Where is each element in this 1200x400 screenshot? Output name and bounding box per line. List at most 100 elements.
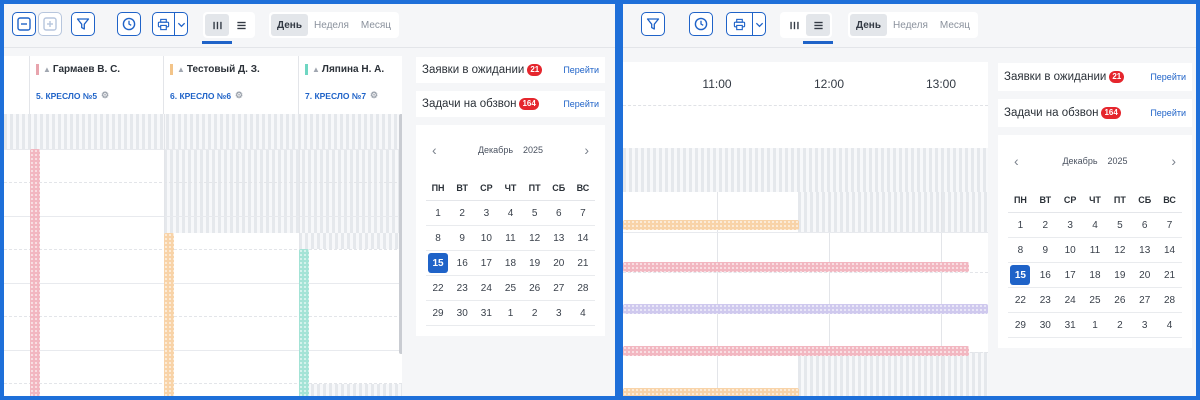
- appointment-block[interactable]: [623, 304, 988, 314]
- calendar-day[interactable]: 3: [1132, 313, 1158, 338]
- time-button[interactable]: [117, 12, 141, 36]
- print-button-group[interactable]: [726, 12, 766, 36]
- waiting-goto-link[interactable]: Перейти: [563, 65, 599, 75]
- calendar-day[interactable]: 4: [1082, 213, 1108, 238]
- calendar-day[interactable]: 5: [1107, 213, 1133, 238]
- period-week-button[interactable]: Неделя: [308, 14, 355, 36]
- gear-icon[interactable]: ⚙: [235, 90, 243, 101]
- calendar-day[interactable]: 8: [1008, 238, 1033, 263]
- calendar-day[interactable]: 23: [450, 276, 475, 301]
- print-dropdown[interactable]: [174, 13, 187, 35]
- schedule-timeline-view[interactable]: 11:00 12:00 13:00: [623, 62, 988, 396]
- vertical-scrollbar[interactable]: [399, 114, 402, 354]
- calendar-day[interactable]: 13: [546, 226, 571, 251]
- expand-button[interactable]: [38, 12, 62, 36]
- view-list-button[interactable]: [229, 14, 253, 36]
- calendar-day[interactable]: 26: [522, 276, 547, 301]
- doctor-column-header[interactable]: ▲ Тестовый Д. З. 6. КРЕСЛО №6 ⚙: [164, 56, 299, 114]
- next-month-icon[interactable]: ›: [1171, 153, 1176, 169]
- calendar-day[interactable]: 2: [1032, 213, 1058, 238]
- calendar-day[interactable]: 9: [1032, 238, 1058, 263]
- filter-button[interactable]: [641, 12, 665, 36]
- calendar-day[interactable]: 20: [1132, 263, 1158, 288]
- calendar-day[interactable]: 3: [474, 201, 499, 226]
- print-button[interactable]: [153, 13, 174, 35]
- calendar-day[interactable]: 25: [498, 276, 523, 301]
- calendar-day[interactable]: 22: [426, 276, 451, 301]
- period-day-button[interactable]: День: [271, 14, 308, 36]
- calls-goto-link[interactable]: Перейти: [563, 99, 599, 109]
- calendar-day[interactable]: 26: [1107, 288, 1133, 313]
- calendar-day[interactable]: 28: [570, 276, 595, 301]
- calendar-day[interactable]: 1: [426, 201, 451, 226]
- calendar-day[interactable]: 11: [1082, 238, 1108, 263]
- calendar-day[interactable]: 8: [426, 226, 451, 251]
- gear-icon[interactable]: ⚙: [370, 90, 378, 101]
- calendar-day[interactable]: 1: [498, 301, 523, 326]
- time-button[interactable]: [689, 12, 713, 36]
- calendar-day[interactable]: 12: [1107, 238, 1133, 263]
- calendar-day[interactable]: 23: [1032, 288, 1058, 313]
- collapse-button[interactable]: [12, 12, 36, 36]
- schedule-grid[interactable]: [4, 114, 402, 396]
- prev-month-icon[interactable]: ‹: [432, 142, 437, 158]
- calendar-day[interactable]: 1: [1082, 313, 1108, 338]
- calendar-day-selected[interactable]: 15: [426, 251, 451, 276]
- print-button-group[interactable]: [152, 12, 188, 36]
- calendar-day[interactable]: 14: [1157, 238, 1182, 263]
- period-day-button[interactable]: День: [850, 14, 887, 36]
- view-columns-button[interactable]: [782, 14, 806, 36]
- appointment-block[interactable]: [164, 233, 174, 396]
- waiting-goto-link[interactable]: Перейти: [1150, 72, 1186, 82]
- calendar-day[interactable]: 5: [522, 201, 547, 226]
- calendar-day[interactable]: 28: [1157, 288, 1182, 313]
- calendar-day[interactable]: 17: [1057, 263, 1083, 288]
- period-month-button[interactable]: Месяц: [934, 14, 976, 36]
- calendar-day[interactable]: 19: [1107, 263, 1133, 288]
- calendar-day[interactable]: 4: [1157, 313, 1182, 338]
- calendar-day[interactable]: 24: [1057, 288, 1083, 313]
- calendar-day[interactable]: 30: [1032, 313, 1058, 338]
- period-week-button[interactable]: Неделя: [887, 14, 934, 36]
- calendar-day[interactable]: 9: [450, 226, 475, 251]
- calendar-day[interactable]: 20: [546, 251, 571, 276]
- appointment-block[interactable]: [623, 388, 799, 396]
- calendar-day[interactable]: 30: [450, 301, 475, 326]
- calendar-day[interactable]: 2: [450, 201, 475, 226]
- calendar-day[interactable]: 2: [1107, 313, 1133, 338]
- calendar-day[interactable]: 11: [498, 226, 523, 251]
- calendar-day[interactable]: 3: [546, 301, 571, 326]
- doctor-column-header[interactable]: ▲ Ляпина Н. А. 7. КРЕСЛО №7 ⚙: [299, 56, 402, 114]
- calendar-day[interactable]: 10: [1057, 238, 1083, 263]
- calendar-day[interactable]: 27: [1132, 288, 1158, 313]
- calendar-day[interactable]: 14: [570, 226, 595, 251]
- calendar-day[interactable]: 25: [1082, 288, 1108, 313]
- appointment-block[interactable]: [623, 346, 969, 356]
- calendar-day[interactable]: 29: [426, 301, 451, 326]
- calendar-day[interactable]: 12: [522, 226, 547, 251]
- calendar-day[interactable]: 18: [1082, 263, 1108, 288]
- calendar-day[interactable]: 6: [1132, 213, 1158, 238]
- calendar-day[interactable]: 19: [522, 251, 547, 276]
- calendar-day[interactable]: 17: [474, 251, 499, 276]
- calendar-day[interactable]: 31: [474, 301, 499, 326]
- calendar-day[interactable]: 4: [570, 301, 595, 326]
- filter-button[interactable]: [71, 12, 95, 36]
- view-columns-button[interactable]: [205, 14, 229, 36]
- calendar-day[interactable]: 7: [570, 201, 595, 226]
- next-month-icon[interactable]: ›: [584, 142, 589, 158]
- doctor-column-header[interactable]: ▲ Гармаев В. С. 5. КРЕСЛО №5 ⚙: [30, 56, 164, 114]
- calendar-day[interactable]: 2: [522, 301, 547, 326]
- view-list-button[interactable]: [806, 14, 830, 36]
- print-dropdown[interactable]: [752, 13, 765, 35]
- calendar-day[interactable]: 29: [1008, 313, 1033, 338]
- print-button[interactable]: [727, 13, 752, 35]
- calendar-day[interactable]: 7: [1157, 213, 1182, 238]
- calendar-day[interactable]: 6: [546, 201, 571, 226]
- calendar-day[interactable]: 16: [1032, 263, 1058, 288]
- calendar-day[interactable]: 24: [474, 276, 499, 301]
- calendar-day[interactable]: 4: [498, 201, 523, 226]
- appointment-block[interactable]: [623, 220, 799, 230]
- calendar-day[interactable]: 1: [1008, 213, 1033, 238]
- calendar-day[interactable]: 31: [1057, 313, 1083, 338]
